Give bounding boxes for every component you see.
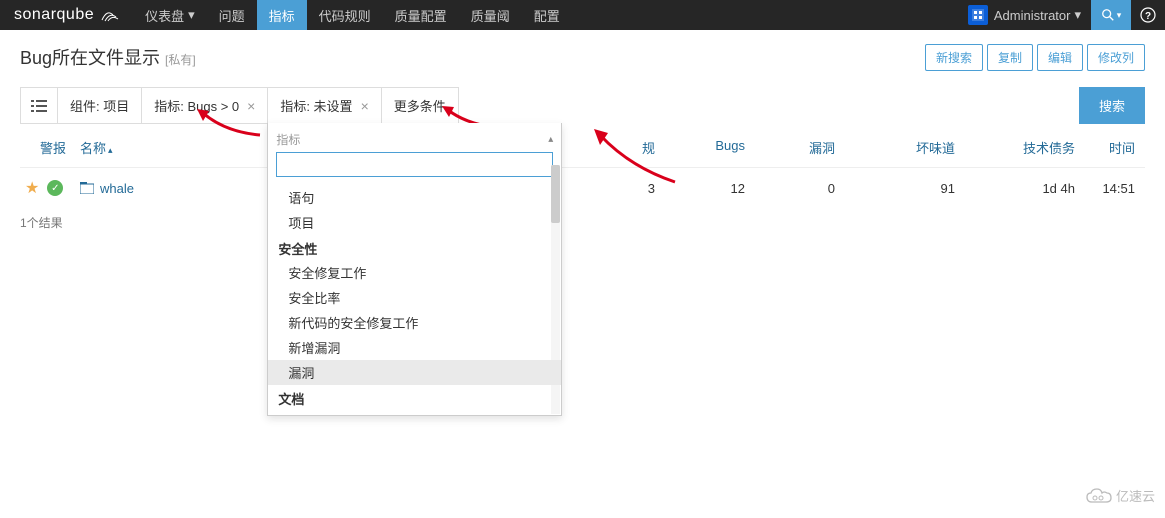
global-search-button[interactable]: ▾: [1091, 0, 1131, 30]
search-icon: [1101, 8, 1115, 22]
status-ok-icon: ✓: [47, 180, 63, 196]
help-icon: ?: [1140, 7, 1156, 23]
col-tech-debt[interactable]: 技术债务: [955, 138, 1075, 157]
cell-value: 3: [605, 181, 655, 196]
cloud-icon: [1086, 488, 1112, 504]
copy-button[interactable]: 复制: [987, 44, 1033, 71]
dropdown-option[interactable]: 新代码的安全修复工作: [268, 310, 561, 335]
col-warn[interactable]: 警报: [20, 138, 70, 157]
col-bugs[interactable]: Bugs: [655, 138, 745, 157]
nav-rules[interactable]: 代码规则: [307, 0, 383, 30]
visibility-badge: [私有]: [165, 53, 196, 67]
page-title: Bug所在文件显示 [私有]: [20, 44, 196, 70]
row-status: ★ ✓: [20, 178, 70, 198]
chevron-down-icon: ▾: [188, 7, 195, 23]
chevron-down-icon: ▾: [1074, 7, 1081, 23]
list-view-toggle[interactable]: [20, 87, 58, 124]
filter-bar: 组件: 项目 指标: Bugs > 0 × 指标: 未设置 × 指标 ▴ 语句 …: [0, 87, 1165, 124]
star-icon[interactable]: ★: [25, 178, 39, 198]
dropdown-option[interactable]: 安全修复工作: [268, 260, 561, 285]
sort-asc-icon: ▴: [108, 145, 113, 155]
dropdown-option[interactable]: 公共API: [268, 410, 561, 415]
page-header: Bug所在文件显示 [私有] 新搜索 复制 编辑 修改列: [0, 30, 1165, 81]
topbar-right: Administrator ▾ ▾ ?: [958, 0, 1165, 30]
col-time[interactable]: 时间: [1075, 138, 1145, 157]
nav-quality-profiles[interactable]: 质量配置: [383, 0, 459, 30]
result-count: 1个结果: [0, 208, 1165, 251]
cell-code-smells: 91: [835, 181, 955, 196]
list-icon: [31, 99, 47, 113]
help-button[interactable]: ?: [1131, 0, 1165, 30]
scrollbar-thumb[interactable]: [551, 165, 560, 223]
svg-text:?: ?: [1145, 11, 1151, 22]
filter-more-conditions[interactable]: 更多条件: [381, 87, 459, 124]
chevron-down-icon: ▾: [1117, 10, 1122, 21]
dropdown-list: 语句 项目 安全性 安全修复工作 安全比率 新代码的安全修复工作 新增漏洞 漏洞…: [268, 185, 561, 415]
dropdown-option[interactable]: 新增漏洞: [268, 335, 561, 360]
modify-columns-button[interactable]: 修改列: [1087, 44, 1145, 71]
user-name: Administrator: [994, 8, 1071, 23]
close-icon[interactable]: ×: [247, 98, 255, 114]
metric-dropdown: 指标 ▴ 语句 项目 安全性 安全修复工作 安全比率 新代码的安全修复工作 新增…: [267, 123, 562, 416]
dropdown-option[interactable]: 项目: [268, 210, 561, 235]
nav-issues[interactable]: 问题: [207, 0, 257, 30]
logo[interactable]: sonarqube: [0, 6, 133, 24]
header-actions: 新搜索 复制 编辑 修改列: [925, 44, 1145, 71]
edit-button[interactable]: 编辑: [1037, 44, 1083, 71]
filter-metric-bugs[interactable]: 指标: Bugs > 0 ×: [141, 87, 268, 124]
dropdown-group-docs: 文档: [268, 385, 561, 410]
metric-search-input[interactable]: [276, 152, 553, 177]
main-nav: 仪表盘▾ 问题 指标 代码规则 质量配置 质量阈 配置: [133, 0, 572, 30]
cell-vulnerabilities: 0: [745, 181, 835, 196]
cell-tech-debt: 1d 4h: [955, 181, 1075, 196]
table-header: 警报 名称▴ 规 Bugs 漏洞 坏味道 技术债务 时间: [20, 124, 1145, 167]
filter-metric-unset[interactable]: 指标: 未设置 × 指标 ▴ 语句 项目 安全性 安全修复工作 安全比率 新代码…: [267, 87, 381, 124]
logo-wave-icon: [101, 8, 119, 22]
results-table: 警报 名称▴ 规 Bugs 漏洞 坏味道 技术债务 时间 ★ ✓ whale 3…: [0, 124, 1165, 208]
dropdown-option-highlighted[interactable]: 漏洞: [268, 360, 561, 385]
dropdown-option[interactable]: 安全比率: [268, 285, 561, 310]
col-rules[interactable]: 规: [605, 138, 655, 157]
dropdown-option[interactable]: 语句: [268, 185, 561, 210]
nav-dashboard[interactable]: 仪表盘▾: [133, 0, 207, 30]
cell-time: 14:51: [1075, 181, 1145, 196]
col-code-smells[interactable]: 坏味道: [835, 138, 955, 157]
watermark: 亿速云: [1086, 486, 1155, 505]
avatar: [968, 5, 988, 25]
nav-quality-gates[interactable]: 质量阈: [459, 0, 522, 30]
caret-up-icon[interactable]: ▴: [548, 134, 553, 145]
close-icon[interactable]: ×: [361, 98, 369, 114]
table-row[interactable]: ★ ✓ whale 3 12 0 91 1d 4h 14:51: [20, 167, 1145, 208]
search-button[interactable]: 搜索: [1079, 87, 1145, 124]
col-vulnerabilities[interactable]: 漏洞: [745, 138, 835, 157]
row-name: whale: [70, 181, 230, 196]
project-link[interactable]: whale: [100, 181, 134, 196]
dropdown-label: 指标: [276, 131, 300, 148]
topbar: sonarqube 仪表盘▾ 问题 指标 代码规则 质量配置 质量阈 配置 Ad…: [0, 0, 1165, 30]
dropdown-group-security: 安全性: [268, 235, 561, 260]
cell-bugs: 12: [655, 181, 745, 196]
new-search-button[interactable]: 新搜索: [925, 44, 983, 71]
nav-measures[interactable]: 指标: [257, 0, 307, 30]
user-menu[interactable]: Administrator ▾: [958, 5, 1091, 25]
project-icon: [80, 182, 94, 194]
col-name[interactable]: 名称▴: [70, 138, 230, 157]
filter-component[interactable]: 组件: 项目: [57, 87, 142, 124]
nav-settings[interactable]: 配置: [522, 0, 572, 30]
